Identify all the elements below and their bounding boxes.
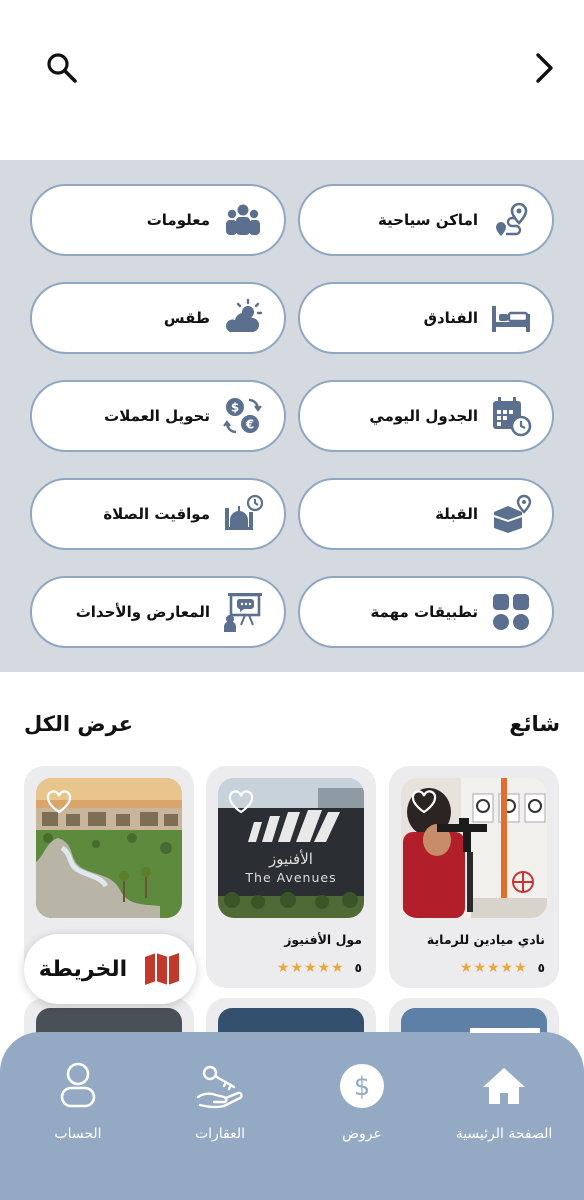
rating-stars: ★★★★★: [276, 960, 345, 976]
apps-grid-icon: [490, 591, 532, 633]
menu-item-label: معلومات: [146, 211, 210, 229]
nav-account[interactable]: الحساب: [18, 1060, 138, 1142]
home-icon: [478, 1060, 530, 1112]
menu-item-tourist-places[interactable]: اماكن سياحية: [298, 184, 554, 256]
nav-label: العقارات: [194, 1126, 246, 1142]
place-card[interactable]: الأفنيوز The Avenues مول الأفنيوز ٥ ★★★★…: [206, 766, 376, 988]
top-bar: [0, 0, 584, 160]
avenues-sign-arabic: الأفنيوز: [268, 849, 313, 868]
map-button[interactable]: الخريطة: [24, 934, 196, 1004]
menu-item-hotels[interactable]: الفنادق: [298, 282, 554, 354]
heart-icon[interactable]: [228, 790, 254, 814]
nav-label: عروض: [342, 1126, 382, 1142]
place-title: مول الأفنيوز: [284, 932, 362, 947]
kaaba-icon: [490, 493, 532, 535]
active-tab-indicator: [470, 1028, 540, 1044]
presentation-icon: [222, 591, 264, 633]
map-button-label: الخريطة: [38, 956, 128, 982]
category-grid: اماكن سياحية معلومات الفنادق طقس الجدول …: [0, 160, 584, 672]
weather-icon: [222, 297, 264, 339]
rating-stars: ★★★★★: [459, 960, 528, 976]
calendar-clock-icon: [490, 395, 532, 437]
search-icon[interactable]: [42, 48, 82, 88]
menu-item-label: تحويل العملات: [104, 407, 210, 425]
nav-label: الصفحة الرئيسية: [455, 1126, 553, 1142]
view-all-link[interactable]: عرض الكل: [24, 712, 133, 736]
nav-label: الحساب: [54, 1126, 102, 1142]
currency-exchange-icon: $ €: [222, 395, 264, 437]
nav-offers[interactable]: $ عروض: [302, 1060, 422, 1142]
menu-item-label: طقس: [163, 309, 210, 327]
menu-item-weather[interactable]: طقس: [30, 282, 286, 354]
menu-item-label: الجدول اليومي: [369, 407, 478, 425]
menu-item-label: الفنادق: [423, 309, 478, 327]
people-group-icon: [222, 199, 264, 241]
heart-icon[interactable]: [46, 790, 72, 814]
rating-value: ٥: [537, 961, 545, 975]
heart-icon[interactable]: [411, 790, 437, 814]
key-hand-icon: [194, 1060, 246, 1112]
dollar-icon: $: [336, 1060, 388, 1112]
rating-value: ٥: [354, 961, 362, 975]
chevron-right-icon[interactable]: [524, 48, 564, 88]
place-title: نادي ميادين للرماية: [426, 932, 545, 947]
menu-item-label: تطبيقات مهمة: [370, 603, 478, 621]
user-icon: [52, 1060, 104, 1112]
bed-icon: [490, 297, 532, 339]
menu-item-prayer-times[interactable]: مواقيت الصلاة: [30, 478, 286, 550]
map-route-icon: [490, 199, 532, 241]
section-title-popular: شائع: [509, 712, 560, 736]
map-icon: [143, 950, 181, 988]
menu-item-label: القبلة: [435, 505, 478, 523]
avenues-sign-english: The Avenues: [244, 870, 336, 885]
menu-item-label: اماكن سياحية: [377, 211, 478, 229]
menu-item-information[interactable]: معلومات: [30, 184, 286, 256]
mosque-clock-icon: [222, 493, 264, 535]
menu-item-important-apps[interactable]: تطبيقات مهمة: [298, 576, 554, 648]
svg-text:$: $: [354, 1072, 371, 1102]
menu-item-currency-exchange[interactable]: $ € تحويل العملات: [30, 380, 286, 452]
menu-item-qibla[interactable]: القبلة: [298, 478, 554, 550]
nav-home[interactable]: الصفحة الرئيسية: [444, 1060, 564, 1142]
menu-item-label: مواقيت الصلاة: [103, 505, 210, 523]
svg-text:$: $: [231, 401, 239, 415]
menu-item-label: المعارض والأحداث: [75, 603, 210, 621]
place-rating: ٥ ★★★★★: [277, 960, 362, 976]
place-rating: ٥ ★★★★★: [460, 960, 545, 976]
nav-real-estate[interactable]: العقارات: [160, 1060, 280, 1142]
menu-item-exhibitions-events[interactable]: المعارض والأحداث: [30, 576, 286, 648]
place-card[interactable]: نادي ميادين للرماية ٥ ★★★★★: [389, 766, 559, 988]
menu-item-daily-schedule[interactable]: الجدول اليومي: [298, 380, 554, 452]
svg-text:€: €: [245, 418, 254, 432]
